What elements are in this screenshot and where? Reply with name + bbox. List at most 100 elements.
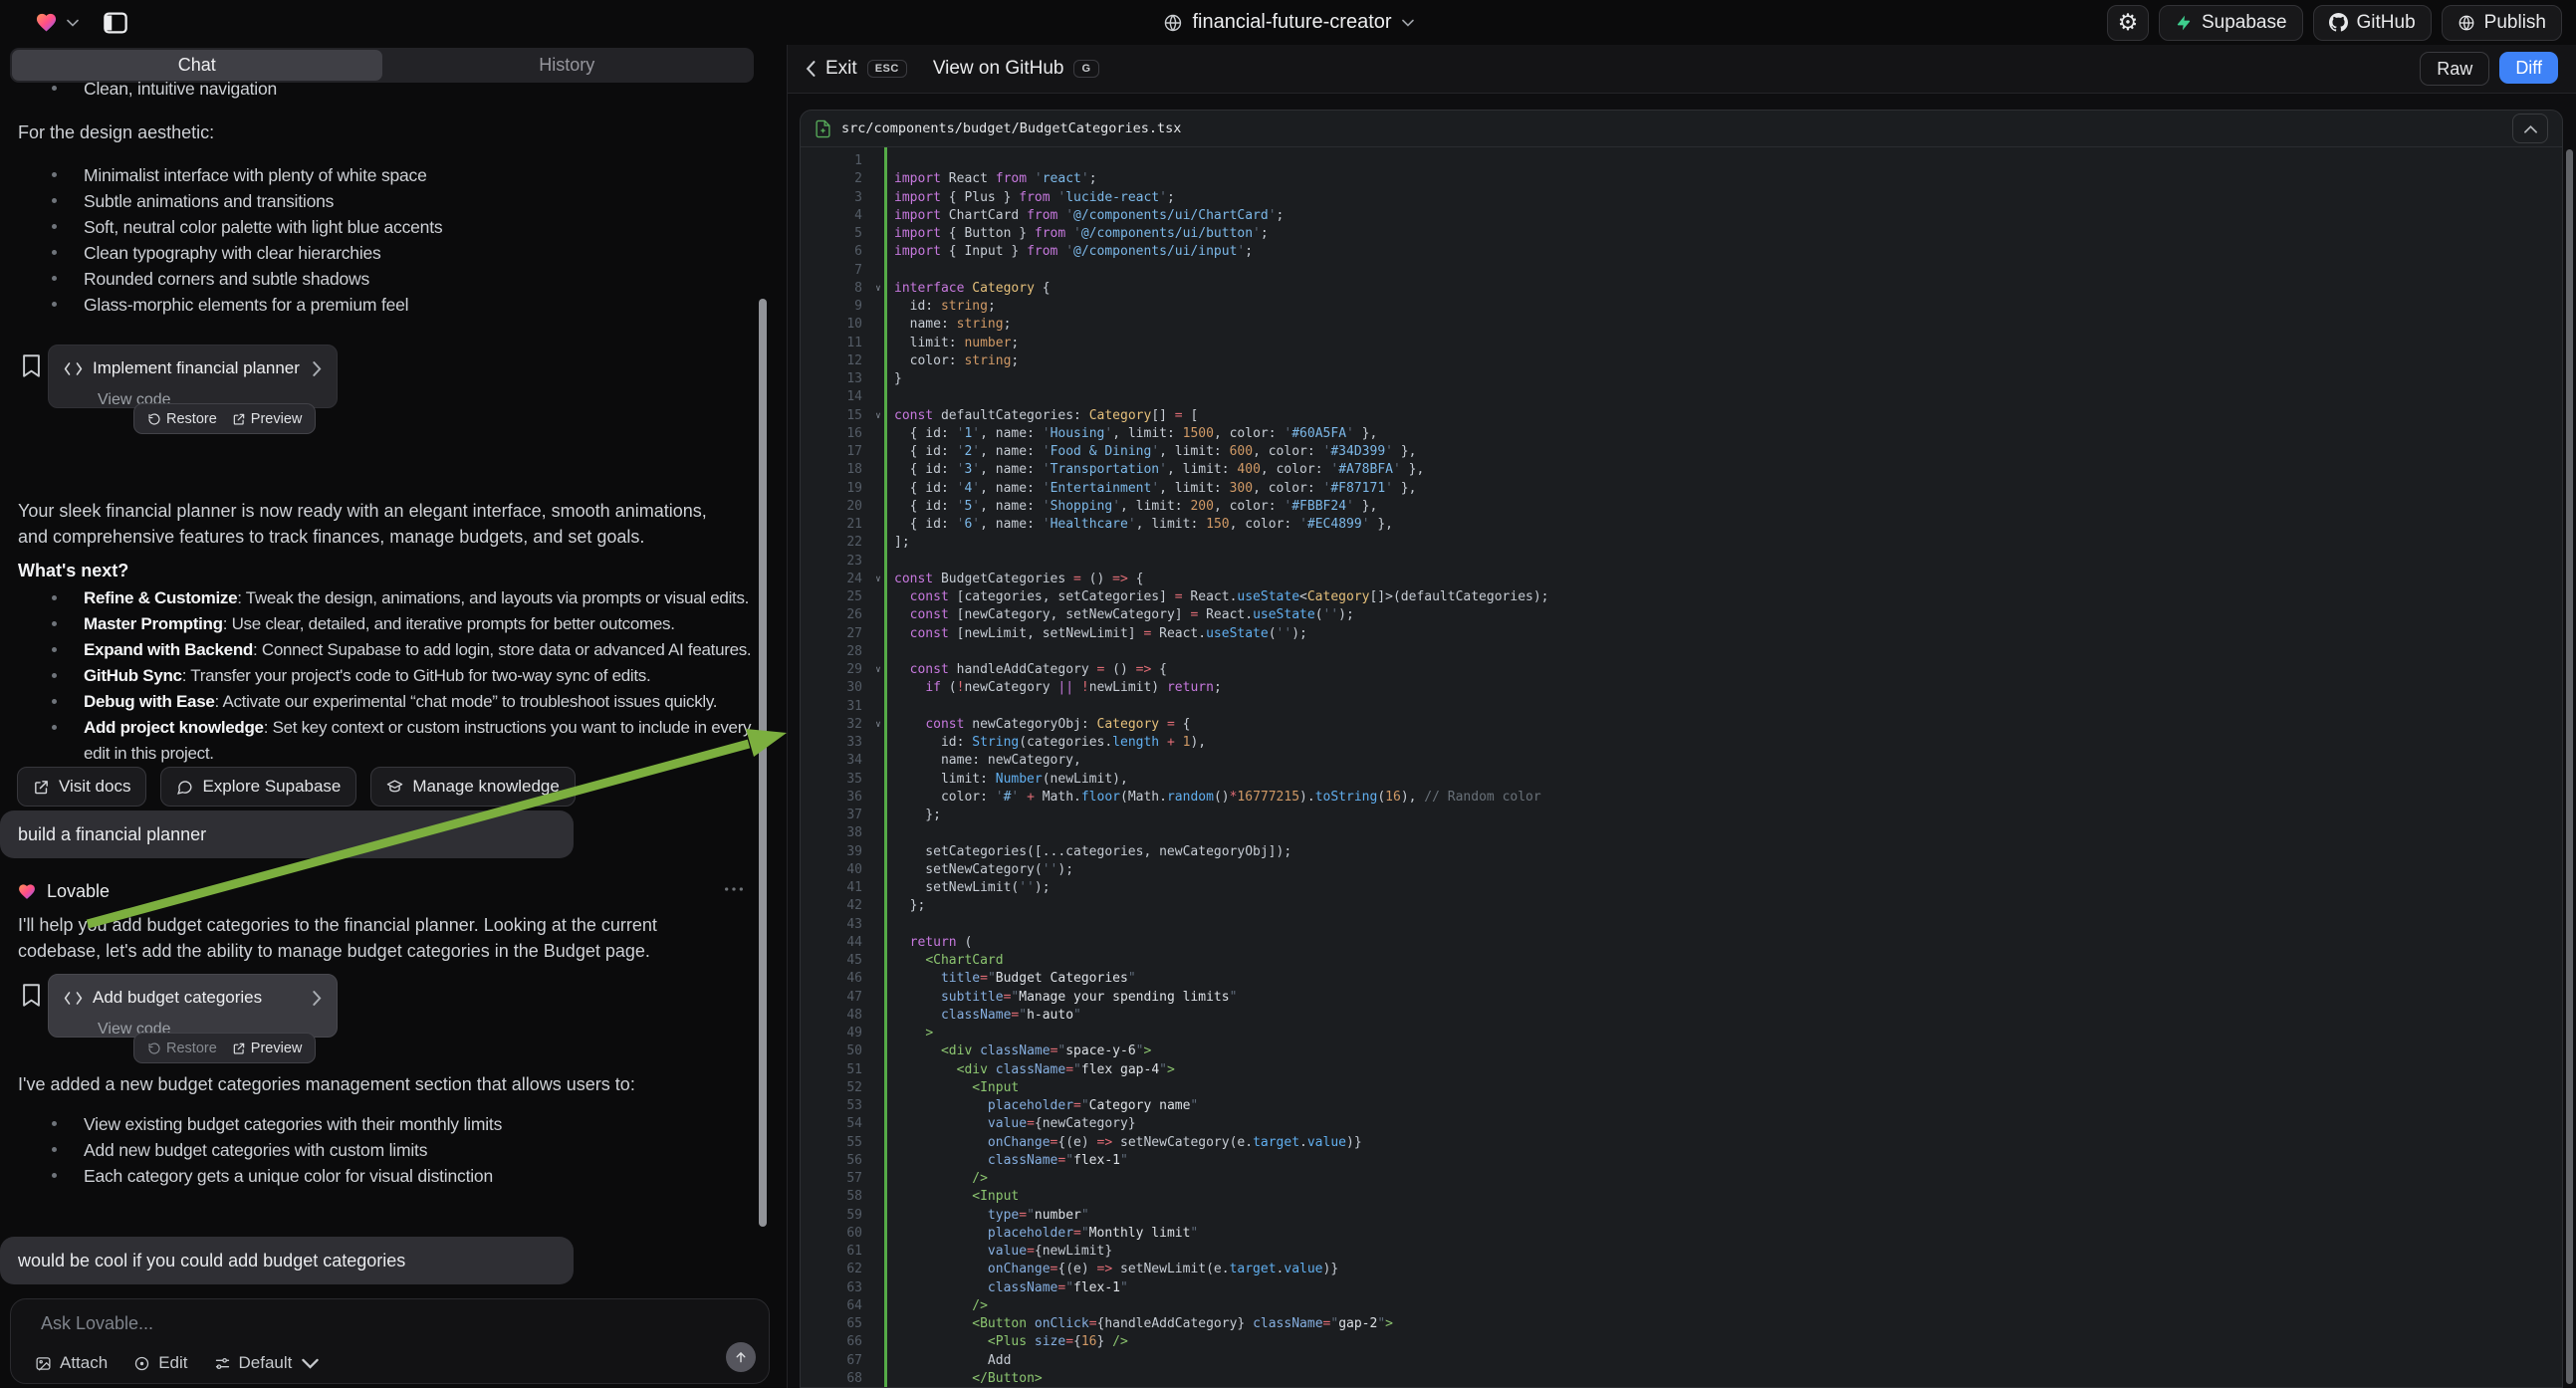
code-line: 63 className="flex-1" (801, 1279, 2562, 1297)
visit-docs-button[interactable]: Visit docs (17, 767, 146, 807)
send-button[interactable] (726, 1342, 756, 1372)
code-line: 32∨ const newCategoryObj: Category = { (801, 716, 2562, 734)
collapse-file-button[interactable] (2512, 114, 2548, 143)
list-item: Master Prompting: Use clear, detailed, a… (0, 611, 787, 637)
file-path-bar[interactable]: src/components/budget/BudgetCategories.t… (801, 111, 2562, 147)
code-line: 23 (801, 553, 2562, 571)
list-item: Soft, neutral color palette with light b… (0, 214, 787, 240)
code-line: 15∨const defaultCategories: Category[] =… (801, 407, 2562, 425)
settings-button[interactable]: ⚙ (2107, 5, 2149, 41)
manage-knowledge-button[interactable]: Manage knowledge (370, 767, 575, 807)
code-view-header: Exit ESC View on GitHub G Raw Diff (788, 45, 2576, 94)
chevron-right-icon (312, 991, 323, 1006)
code-line: 38 (801, 824, 2562, 842)
app-window: financial-future-creator ⚙ Supabase GitH… (0, 0, 2576, 1388)
chat-message-list: Clean, intuitive navigation For the desig… (0, 45, 787, 1388)
more-options-icon[interactable] (723, 880, 745, 898)
code-line: 5import { Button } from '@/components/ui… (801, 225, 2562, 243)
code-line: 65 <Button onClick={handleAddCategory} c… (801, 1315, 2562, 1333)
version-card-block: Add budget categoriesView codeRestore Pre… (0, 974, 787, 1067)
bullet-list: Minimalist interface with plenty of whit… (0, 162, 787, 318)
restore-button[interactable]: Restore (147, 406, 217, 432)
preview-button[interactable]: Preview (232, 1036, 303, 1061)
quick-action-chips: Visit docs Explore Supabase Manage knowled… (0, 767, 787, 807)
code-line: 27 const [newLimit, setNewLimit] = React… (801, 625, 2562, 643)
bookmark-icon[interactable] (21, 353, 42, 378)
version-card-title: Implement financial planner (93, 355, 302, 381)
code-line: 52 <Input (801, 1079, 2562, 1097)
bookmark-icon[interactable] (21, 983, 42, 1008)
mode-select[interactable]: Default (214, 1353, 320, 1373)
chevron-down-icon[interactable] (67, 19, 79, 27)
code-line: 56 className="flex-1" (801, 1152, 2562, 1170)
code-line: 45 <ChartCard (801, 952, 2562, 970)
lovable-logo-icon[interactable] (34, 11, 59, 34)
code-line: 22]; (801, 534, 2562, 552)
chevron-down-icon (302, 1355, 319, 1372)
attach-button[interactable]: Attach (35, 1353, 108, 1373)
external-link-icon (232, 1041, 246, 1055)
edit-button[interactable]: Edit (133, 1353, 187, 1373)
diff-button[interactable]: Diff (2499, 52, 2558, 84)
code-line: 66 <Plus size={16} /> (801, 1333, 2562, 1351)
exit-label: Exit (825, 58, 857, 80)
project-switcher[interactable]: financial-future-creator (1162, 0, 1413, 45)
preview-button[interactable]: Preview (232, 406, 303, 432)
chevron-right-icon (312, 361, 323, 376)
chat-scrollbar[interactable] (759, 299, 767, 1227)
target-icon (133, 1355, 150, 1372)
supabase-button[interactable]: Supabase (2159, 5, 2303, 41)
raw-button[interactable]: Raw (2420, 52, 2489, 86)
heart-icon (17, 882, 37, 901)
version-card-block: Implement financial plannerView codeRest… (0, 345, 787, 438)
code-line: 8∨interface Category { (801, 280, 2562, 298)
github-label: GitHub (2357, 12, 2416, 34)
code-line: 17 { id: '2', name: 'Food & Dining', lim… (801, 443, 2562, 461)
g-shortcut-badge: G (1073, 60, 1098, 78)
code-line: 58 <Input (801, 1188, 2562, 1206)
publish-button[interactable]: Publish (2442, 5, 2562, 41)
code-line: 35 limit: Number(newLimit), (801, 771, 2562, 789)
list-item: Add new budget categories with custom li… (0, 1137, 787, 1163)
bullet-list: View existing budget categories with the… (0, 1111, 787, 1189)
code-line: 24∨const BudgetCategories = () => { (801, 571, 2562, 588)
code-line: 43 (801, 916, 2562, 934)
version-card[interactable]: Implement financial plannerView code (48, 345, 338, 408)
toggle-sidebar-icon[interactable] (101, 8, 130, 38)
external-link-icon (33, 779, 50, 796)
version-card[interactable]: Add budget categoriesView code (48, 974, 338, 1038)
bullet-list: Clean, intuitive navigation (0, 76, 787, 102)
github-button[interactable]: GitHub (2313, 5, 2432, 41)
list-item: Minimalist interface with plenty of whit… (0, 162, 787, 188)
code-line: 61 value={newLimit} (801, 1243, 2562, 1261)
explore-supabase-button[interactable]: Explore Supabase (160, 767, 356, 807)
restore-preview-pill: Restore Preview (133, 1033, 316, 1063)
view-on-github-button[interactable]: View on GitHub G (933, 58, 1099, 80)
code-line: 50 <div className="space-y-6"> (801, 1042, 2562, 1060)
code-line: 47 subtitle="Manage your spending limits… (801, 989, 2562, 1007)
code-line: 21 { id: '6', name: 'Healthcare', limit:… (801, 516, 2562, 534)
assistant-name: Lovable (47, 878, 110, 904)
chevron-left-icon (806, 61, 816, 77)
file-added-icon (815, 119, 831, 138)
code-scrollbar[interactable] (2566, 149, 2573, 1384)
version-card-title: Add budget categories (93, 985, 302, 1011)
chat-paragraph: For the design aesthetic: (0, 119, 759, 145)
code-line: 31 (801, 698, 2562, 716)
code-line: 41 setNewLimit(''); (801, 879, 2562, 897)
exit-button[interactable]: Exit ESC (806, 58, 907, 80)
github-icon (2329, 13, 2348, 32)
code-icon (64, 361, 83, 376)
restore-icon (147, 1041, 161, 1055)
code-line: 68 </Button> (801, 1370, 2562, 1388)
chat-panel: Chat History Clean, intuitive navigation… (0, 45, 787, 1388)
publish-label: Publish (2484, 12, 2546, 34)
chat-input[interactable] (39, 1311, 709, 1345)
list-item: GitHub Sync: Transfer your project's cod… (0, 663, 787, 689)
code-line: 37 }; (801, 807, 2562, 824)
chat-bubble-icon (176, 779, 193, 796)
chat-input-box: Attach Edit Default (10, 1298, 770, 1384)
code-line: 57 /> (801, 1170, 2562, 1188)
restore-button[interactable]: Restore (147, 1036, 217, 1061)
code-line: 18 { id: '3', name: 'Transportation', li… (801, 461, 2562, 479)
